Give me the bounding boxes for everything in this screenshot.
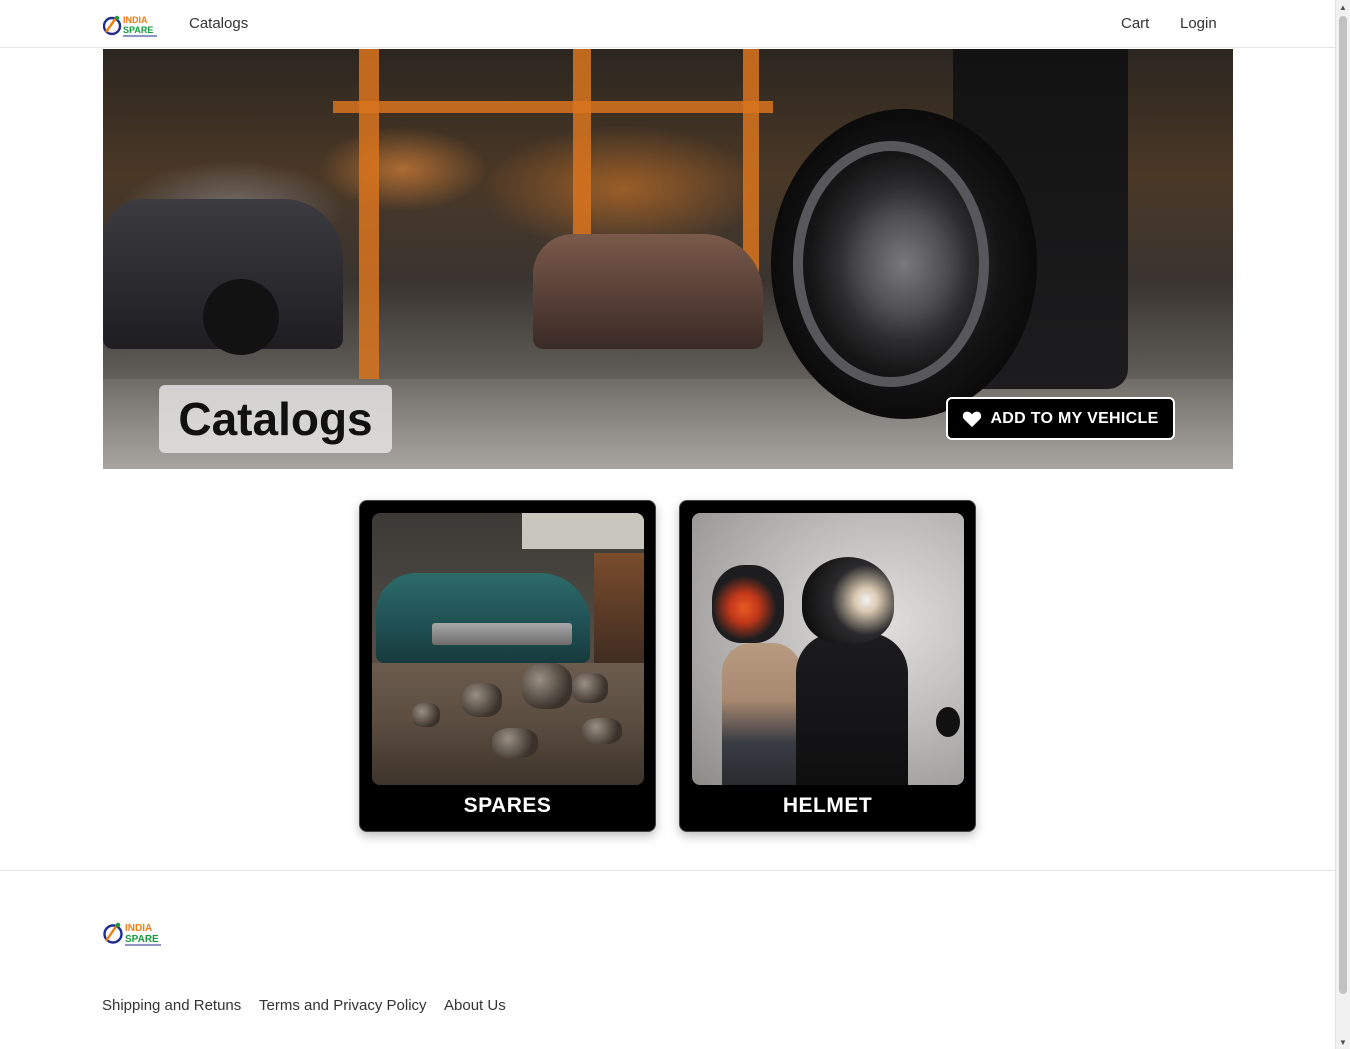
heart-icon — [963, 411, 982, 427]
footer-logo-text-india: INDIA — [125, 923, 152, 934]
hero-car-middle — [533, 234, 763, 349]
logo-text-india: INDIA — [123, 15, 148, 25]
riders-with-helmets-image — [692, 513, 964, 785]
site-header: INDIA SPARE Catalogs Cart Login — [0, 0, 1335, 48]
nav-link-cart[interactable]: Cart — [1121, 15, 1149, 32]
india-spare-logo-icon: INDIA SPARE — [103, 922, 161, 946]
add-to-my-vehicle-button[interactable]: ADD TO MY VEHICLE — [946, 397, 1175, 440]
footer-logo-text-spare: SPARE — [125, 934, 159, 945]
catalog-label-helmet: HELMET — [782, 794, 873, 817]
footer-link-terms[interactable]: Terms and Privacy Policy — [259, 997, 427, 1014]
scrollbar-thumb[interactable] — [1339, 16, 1347, 994]
site-logo[interactable]: INDIA SPARE — [102, 12, 159, 38]
footer-link-shipping[interactable]: Shipping and Retuns — [102, 997, 241, 1014]
add-to-my-vehicle-label: ADD TO MY VEHICLE — [990, 409, 1159, 427]
catalog-label-spares: SPARES — [463, 794, 552, 817]
page-scrollbar[interactable]: ▲ ▼ — [1335, 0, 1350, 1049]
hero-tyre-rim — [793, 141, 989, 387]
nav-link-login[interactable]: Login — [1180, 15, 1217, 32]
hero-car-wheel — [203, 279, 279, 355]
nav-link-catalogs[interactable]: Catalogs — [189, 15, 248, 32]
site-footer: INDIA SPARE Shipping and Retuns Terms an… — [0, 870, 1335, 1049]
catalog-card-helmet[interactable]: HELMET — [679, 500, 976, 832]
hero-beam — [333, 101, 773, 113]
hero-banner: Catalogs ADD TO MY VEHICLE — [103, 49, 1233, 469]
footer-link-about[interactable]: About Us — [444, 997, 506, 1014]
page-title: Catalogs — [178, 393, 373, 445]
scroll-down-arrow-icon[interactable]: ▼ — [1336, 1035, 1350, 1049]
footer-logo[interactable]: INDIA SPARE — [103, 919, 163, 947]
logo-text-spare: SPARE — [123, 25, 153, 35]
hero-title-box: Catalogs — [159, 385, 392, 453]
hero-beam — [359, 49, 379, 379]
india-spare-logo-icon: INDIA SPARE — [102, 15, 157, 37]
scroll-up-arrow-icon[interactable]: ▲ — [1336, 0, 1350, 14]
spares-workshop-image — [372, 513, 644, 785]
catalog-card-spares[interactable]: SPARES — [359, 500, 656, 832]
